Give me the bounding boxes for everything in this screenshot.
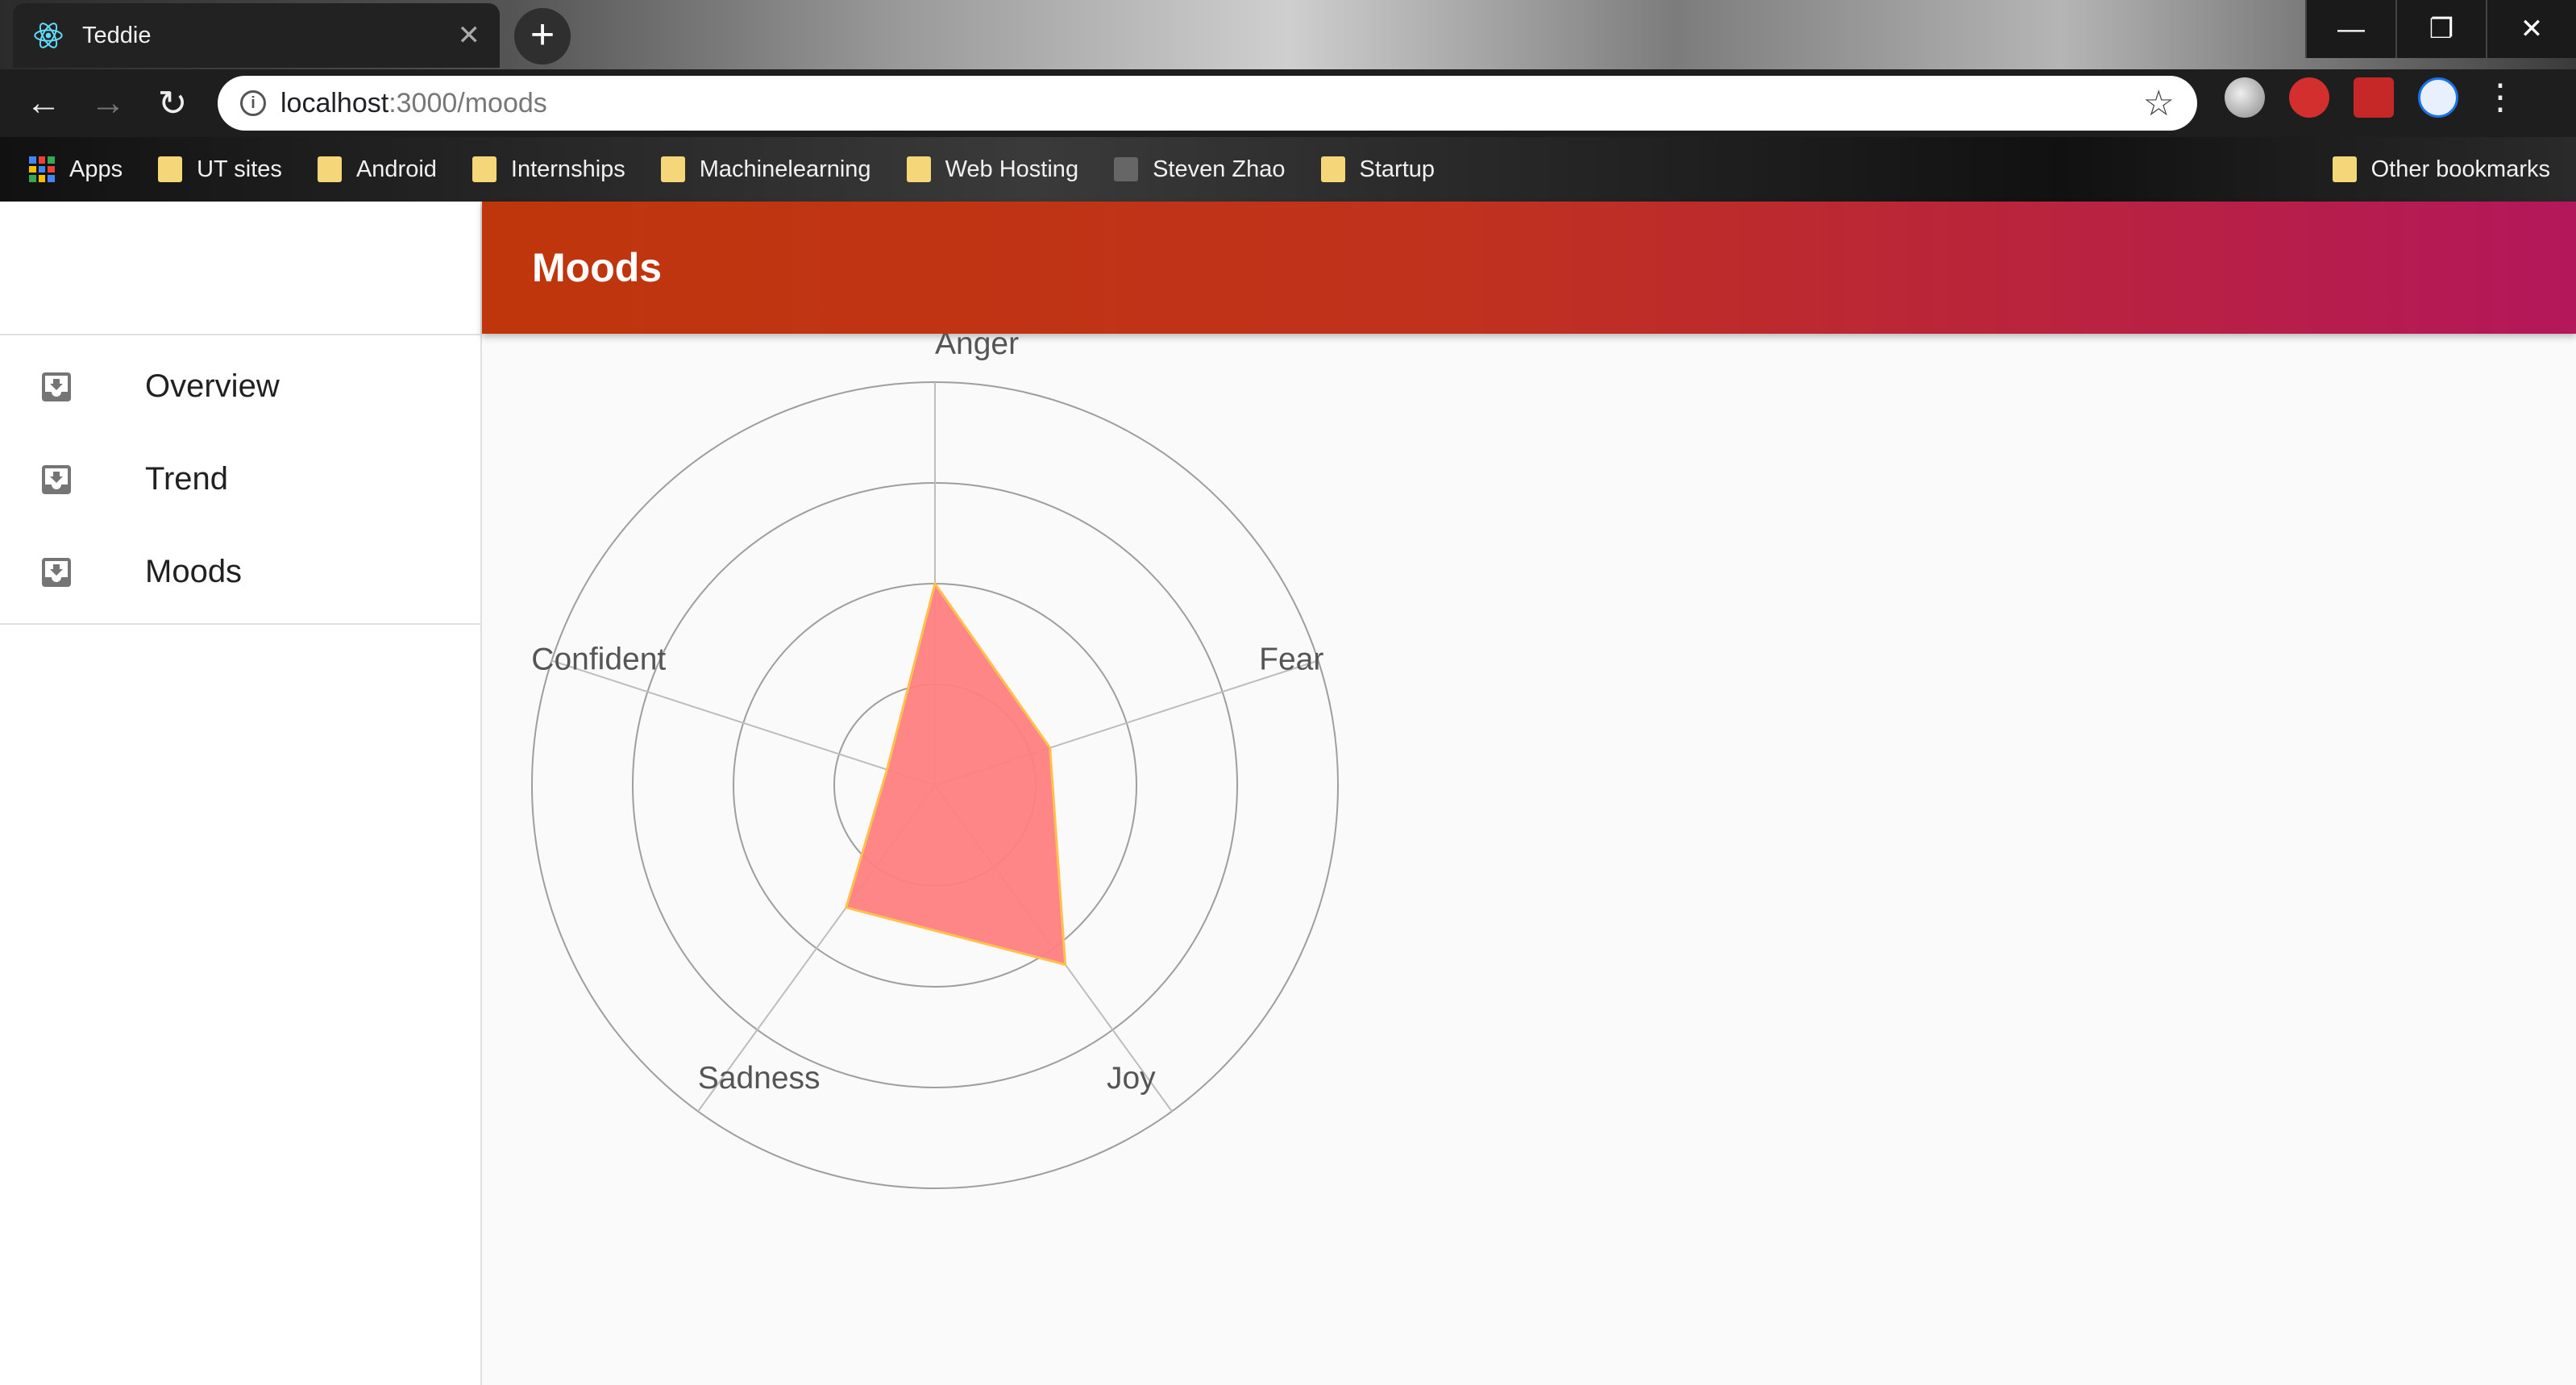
folder-icon (317, 156, 342, 182)
extension-grey-icon[interactable] (2225, 77, 2265, 118)
browser-menu-icon[interactable]: ⋮ (2483, 80, 2518, 115)
address-bar[interactable]: i localhost:3000/moods ☆ (218, 76, 2197, 131)
moods-radar-chart: Anger Fear Joy Sadness Confident (482, 326, 1449, 1237)
move-to-inbox-icon (42, 557, 71, 587)
reload-icon[interactable]: ↻ (140, 71, 205, 135)
sidebar-item-label: Trend (145, 461, 229, 497)
sidebar: Overview Trend Moods (0, 202, 482, 1385)
browser-titlebar: Teddie ✕ + — ❐ ✕ (0, 0, 2576, 69)
sidebar-nav: Overview Trend Moods (0, 335, 480, 625)
radar-axis-label: Confident (531, 642, 666, 676)
sidebar-header (0, 202, 480, 335)
folder-icon (2332, 156, 2357, 182)
bookmark-machinelearning[interactable]: Machinelearning (660, 156, 871, 183)
page-title: Moods (532, 245, 663, 290)
bookmark-label: Steven Zhao (1153, 156, 1286, 182)
url-host: localhost (280, 87, 389, 119)
url-text: localhost:3000/moods (280, 88, 547, 119)
window-controls: — ❐ ✕ (2305, 0, 2576, 58)
sidebar-item-moods[interactable]: Moods (0, 526, 480, 618)
move-to-inbox-icon (42, 372, 71, 401)
new-tab-button[interactable]: + (514, 8, 571, 64)
bookmark-star-icon[interactable]: ☆ (2143, 83, 2175, 124)
forward-icon[interactable]: → (76, 71, 140, 135)
bookmark-label: Android (355, 156, 437, 182)
bookmark-label: Apps (69, 156, 123, 182)
radar-axis-label: Fear (1259, 642, 1323, 676)
sidebar-item-trend[interactable]: Trend (0, 433, 480, 526)
browser-tab[interactable]: Teddie ✕ (13, 3, 500, 68)
bookmark-label: Machinelearning (699, 156, 871, 182)
folder-icon (1320, 156, 1345, 182)
radar-axis-label: Sadness (698, 1061, 821, 1096)
extension-adblock-icon[interactable] (2289, 77, 2329, 118)
site-info-icon[interactable]: i (240, 90, 266, 116)
sidebar-item-label: Overview (145, 368, 280, 404)
sidebar-item-overview[interactable]: Overview (0, 340, 480, 433)
radar-data-polygon (844, 580, 1067, 967)
bookmark-startup[interactable]: Startup (1320, 156, 1435, 183)
react-icon (34, 23, 63, 48)
folder-icon (158, 156, 183, 182)
folder-icon (906, 156, 931, 182)
minimize-icon[interactable]: — (2305, 0, 2395, 58)
other-bookmarks-label: Other bookmarks (2370, 156, 2550, 182)
radar-spoke (551, 659, 936, 786)
profile-avatar-icon[interactable] (2418, 77, 2458, 118)
other-bookmarks[interactable]: Other bookmarks (2332, 137, 2550, 202)
radar-chart-svg: Anger Fear Joy Sadness Confident (531, 326, 1339, 1189)
back-icon[interactable]: ← (11, 71, 76, 135)
extensions-area: ⋮ (2225, 77, 2518, 118)
bookmark-label: Web Hosting (945, 156, 1079, 182)
bookmark-steven-zhao[interactable]: Steven Zhao (1114, 156, 1286, 183)
move-to-inbox-icon (42, 464, 71, 494)
bookmark-web-hosting[interactable]: Web Hosting (906, 156, 1079, 183)
bookmark-label: Internships (510, 156, 625, 182)
bookmarks-bar: Apps UT sites Android Internships Machin… (0, 137, 2576, 202)
folder-icon (472, 156, 497, 182)
page-icon (1114, 157, 1139, 181)
browser-toolbar: ← → ↻ i localhost:3000/moods ☆ ⋮ (0, 69, 2576, 137)
radar-axis-label: Anger (935, 334, 1019, 361)
url-path: :3000/moods (388, 87, 547, 119)
restore-icon[interactable]: ❐ (2395, 0, 2486, 58)
folder-icon (660, 156, 685, 182)
tab-title: Teddie (82, 22, 152, 48)
bookmark-apps[interactable]: Apps (29, 156, 123, 183)
extension-flag-icon[interactable] (2354, 77, 2394, 118)
bookmark-label: UT sites (197, 156, 282, 182)
apps-icon (29, 156, 55, 182)
bookmark-internships[interactable]: Internships (472, 156, 625, 183)
radar-axis-label: Joy (1107, 1061, 1156, 1096)
tab-close-icon[interactable]: ✕ (458, 19, 481, 52)
sidebar-item-label: Moods (145, 554, 243, 589)
bookmark-android[interactable]: Android (317, 156, 437, 183)
app-bar: Moods (482, 202, 2576, 334)
bookmark-ut-sites[interactable]: UT sites (158, 156, 282, 183)
bookmark-label: Startup (1359, 156, 1435, 182)
close-window-icon[interactable]: ✕ (2486, 0, 2576, 58)
